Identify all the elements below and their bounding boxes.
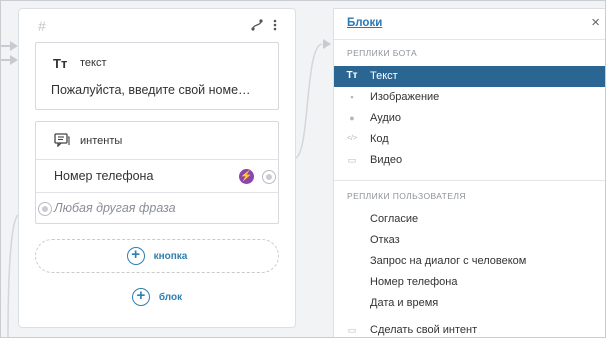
text-block[interactable]: Tт текст Пожалуйста, введите свой номер … (35, 42, 279, 110)
chat-bubble-icon: ▭ (347, 325, 357, 335)
panel-item-date-time[interactable]: Дата и время (334, 293, 606, 314)
panel-item-label: Номер телефона (370, 276, 458, 288)
add-button-button[interactable]: + кнопка (35, 239, 279, 273)
connect-icon[interactable] (251, 19, 263, 33)
panel-item-refusal[interactable]: Отказ (334, 230, 606, 251)
panel-item-phone-number[interactable]: Номер телефона (334, 272, 606, 293)
panel-item-label: Код (370, 133, 389, 145)
panel-item-custom-intent[interactable]: ▭ Сделать свой интент (334, 320, 606, 338)
panel-title[interactable]: Блоки (347, 17, 382, 29)
intent-row-other[interactable]: Любая другая фраза (36, 193, 278, 225)
panel-item-label: Дата и время (370, 297, 439, 309)
divider (334, 39, 606, 40)
image-icon: ▪ (350, 92, 354, 102)
add-button-label: кнопка (153, 250, 188, 262)
divider (334, 180, 606, 181)
panel-item-label: Отказ (370, 234, 400, 246)
add-block-label: блок (158, 291, 183, 303)
user-section-label: реплики пользователя (347, 191, 466, 201)
plus-icon: + (131, 288, 150, 306)
panel-item-label: Изображение (370, 91, 440, 103)
video-icon: ▭ (347, 155, 357, 165)
hash-icon: # (38, 18, 46, 34)
panel-item-label: Согласие (370, 213, 419, 225)
intents-header: интенты (36, 122, 278, 160)
panel-item-label: Запрос на диалог с человеком (370, 255, 527, 267)
intent-label: Любая другая фраза (54, 201, 176, 215)
blocks-panel: Блоки × реплики бота Tт Текст ▪ Изображе… (333, 8, 606, 338)
add-block-button[interactable]: + блок (35, 287, 279, 307)
panel-item-consent[interactable]: Согласие (334, 209, 606, 230)
text-type-icon: Tт (346, 70, 358, 81)
text-preview[interactable]: Пожалуйста, введите свой номер телефона (51, 83, 256, 97)
panel-item-text[interactable]: Tт Текст (334, 66, 606, 87)
panel-item-video[interactable]: ▭ Видео (334, 150, 606, 171)
panel-item-label: Аудио (370, 112, 402, 124)
lightning-icon[interactable]: ⚡ (239, 169, 254, 184)
panel-item-label: Сделать свой интент (370, 324, 478, 336)
output-port[interactable] (262, 170, 276, 184)
panel-item-image[interactable]: ▪ Изображение (334, 87, 606, 108)
close-icon[interactable]: × (591, 14, 600, 31)
panel-item-human-request[interactable]: Запрос на диалог с человеком (334, 251, 606, 272)
chat-bubble-icon (54, 133, 70, 148)
card-toolbar (251, 19, 277, 33)
bot-section-label: реплики бота (347, 48, 418, 58)
panel-item-label: Видео (370, 154, 403, 166)
block-card[interactable]: # Tт текст Пожалуйста, введите свой номе… (18, 8, 296, 328)
play-icon: ● (349, 113, 355, 123)
plus-icon: + (126, 247, 145, 265)
intent-row-phone[interactable]: Номер телефона ⚡ (36, 161, 278, 193)
intents-title: интенты (80, 135, 123, 147)
panel-item-code[interactable]: </> Код (334, 129, 606, 150)
text-type-icon: Tт (53, 56, 68, 71)
output-port[interactable] (38, 202, 52, 216)
intents-block[interactable]: интенты Номер телефона ⚡ Любая другая фр… (35, 121, 279, 224)
more-vertical-icon[interactable] (273, 19, 277, 33)
intent-label: Номер телефона (54, 169, 154, 183)
panel-item-audio[interactable]: ● Аудио (334, 108, 606, 129)
panel-item-label: Текст (370, 70, 398, 82)
text-block-title: текст (80, 57, 107, 69)
code-icon: </> (346, 135, 358, 142)
